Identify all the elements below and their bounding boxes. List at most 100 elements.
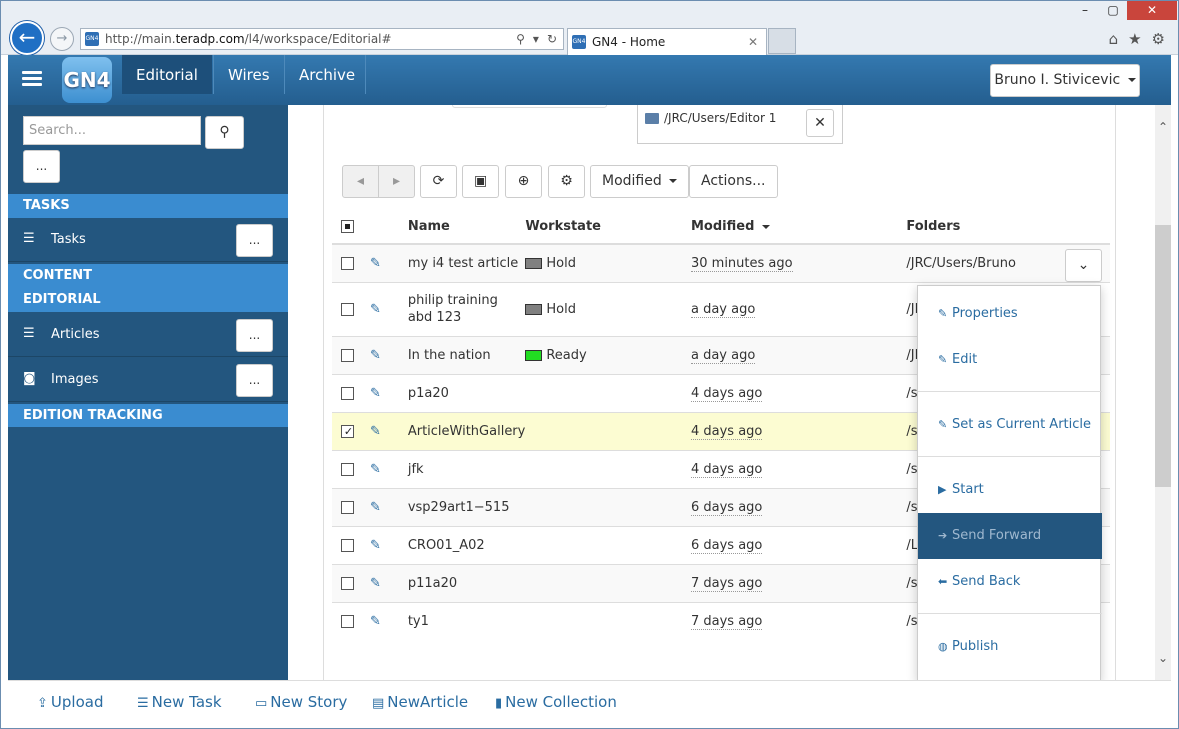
row-checkbox[interactable]: [341, 462, 354, 476]
select-all-checkbox[interactable]: [341, 220, 354, 233]
row-name[interactable]: jfk: [408, 462, 424, 477]
column-folders[interactable]: Folders: [906, 210, 1110, 245]
back-nav-button[interactable]: ◂: [342, 165, 379, 198]
favorites-star-icon[interactable]: ★: [1128, 30, 1141, 48]
column-name[interactable]: Name: [407, 210, 526, 245]
scroll-up-icon[interactable]: ⌃: [1155, 119, 1171, 135]
close-tab-icon[interactable]: ✕: [748, 35, 766, 49]
refresh-button[interactable]: ⟳: [420, 165, 457, 198]
column-modified[interactable]: Modified: [690, 210, 907, 245]
new-collection-link[interactable]: ▮ New Collection: [495, 693, 617, 711]
sort-modified-dropdown[interactable]: Modified: [590, 165, 690, 198]
minimize-icon[interactable]: –: [1072, 0, 1098, 20]
menu-send-forward[interactable]: ➔ Send Forward: [918, 513, 1102, 559]
camera-icon: ◙: [23, 371, 36, 386]
new-story-link[interactable]: ▭ New Story: [255, 693, 347, 711]
menu-start[interactable]: ▶ Start: [918, 467, 1102, 513]
new-task-link[interactable]: ☰ New Task: [137, 693, 222, 711]
articles-options-button[interactable]: ...: [236, 319, 273, 352]
folder-filter: /JRC/Users/Editor 1 ✕: [637, 105, 843, 144]
circle-arrow-right-icon: ▸: [392, 173, 401, 189]
search-icon[interactable]: ⚲: [516, 32, 525, 46]
row-actions-dropdown[interactable]: ⌄: [1065, 249, 1102, 282]
row-checkbox[interactable]: [341, 424, 355, 438]
workstate-label: Hold: [546, 301, 576, 317]
menu-edit[interactable]: ✎ Edit: [918, 337, 1102, 383]
menu-send-back[interactable]: ⬅ Send Back: [918, 559, 1102, 605]
row-name[interactable]: vsp29art1−515: [408, 500, 510, 515]
tab-editorial[interactable]: Editorial: [122, 55, 212, 94]
row-modified: 4 days ago: [690, 385, 763, 402]
menu-publish[interactable]: ◍ Publish: [918, 624, 1102, 670]
address-bar[interactable]: GN4 http://main.teradp.com/l4/workspace/…: [80, 28, 564, 50]
user-menu-button[interactable]: Bruno I. Stivicevic: [990, 64, 1140, 97]
row-checkbox[interactable]: [341, 302, 354, 316]
row-name[interactable]: p11a20: [408, 576, 457, 591]
upload-link[interactable]: ⇪ Upload: [37, 693, 103, 711]
sidebar-item-articles[interactable]: ☰ Articles ...: [8, 313, 288, 357]
search-button[interactable]: ⚲: [205, 116, 244, 149]
maximize-icon[interactable]: ▢: [1100, 0, 1126, 20]
arrow-left-icon: ⬅: [938, 575, 948, 588]
save-button[interactable]: ▣: [462, 165, 500, 198]
row-checkbox[interactable]: [341, 256, 354, 270]
row-checkbox[interactable]: [341, 614, 354, 628]
file-text-icon: ▤: [372, 696, 385, 711]
row-checkbox[interactable]: [341, 348, 354, 362]
row-name[interactable]: philip training abd 123: [408, 292, 508, 326]
row-checkbox[interactable]: [341, 500, 354, 514]
row-name[interactable]: p1a20: [408, 386, 449, 401]
row-checkbox[interactable]: [341, 538, 354, 552]
workstate-label: Ready: [546, 347, 587, 363]
settings-button[interactable]: ⚙: [548, 165, 585, 198]
tab-archive[interactable]: Archive: [285, 55, 369, 94]
menu-set-current-article[interactable]: ✎ Set as Current Article: [918, 402, 1102, 448]
row-checkbox[interactable]: [341, 576, 354, 590]
zoom-button[interactable]: ⊕: [505, 165, 542, 198]
search-options-button[interactable]: ...: [23, 150, 60, 183]
search-input[interactable]: Search...: [23, 116, 201, 145]
caret-down-icon: [1127, 78, 1136, 82]
sidebar-item-images[interactable]: ◙ Images ...: [8, 358, 288, 402]
workstate-swatch: [525, 349, 543, 361]
vertical-scrollbar[interactable]: ⌃ ⌄: [1155, 105, 1171, 680]
scroll-down-icon[interactable]: ⌄: [1155, 650, 1171, 666]
article-icon: ✎: [369, 575, 381, 591]
circle-arrow-left-icon: ◂: [356, 173, 365, 189]
new-tab-button[interactable]: [768, 28, 796, 54]
tasks-options-button[interactable]: ...: [236, 224, 273, 257]
browser-tab[interactable]: GN4 GN4 - Home ✕: [567, 28, 767, 55]
refresh-icon[interactable]: ↻: [547, 32, 557, 46]
home-icon[interactable]: ⌂: [1109, 30, 1119, 48]
sort-caret-icon: [761, 224, 770, 229]
row-checkbox[interactable]: [341, 386, 354, 400]
caret-down-icon: [669, 179, 678, 183]
tab-wires[interactable]: Wires: [214, 55, 284, 94]
back-arrow-icon[interactable]: ←: [10, 21, 44, 55]
list-icon: ☰: [23, 326, 35, 341]
column-workstate[interactable]: Workstate: [525, 210, 691, 245]
sidebar-item-tasks[interactable]: ☰ Tasks ...: [8, 218, 288, 262]
forward-arrow-icon[interactable]: →: [50, 27, 74, 51]
forward-nav-button[interactable]: ▸: [378, 165, 415, 198]
settings-gear-icon[interactable]: ⚙: [1152, 30, 1165, 48]
tab-title: GN4 - Home: [592, 35, 666, 49]
dropdown-icon[interactable]: ▾: [533, 32, 539, 46]
remove-folder-button[interactable]: ✕: [806, 109, 834, 137]
table-row[interactable]: ✎ my i4 test article Hold 30 minutes ago/JR…: [332, 243, 1110, 282]
hamburger-menu-icon[interactable]: [22, 71, 42, 87]
images-options-button[interactable]: ...: [236, 364, 273, 397]
row-name[interactable]: my i4 test article: [408, 256, 518, 271]
row-name[interactable]: ArticleWithGallery: [408, 424, 526, 439]
row-modified: 4 days ago: [690, 423, 763, 440]
scroll-thumb[interactable]: [1155, 225, 1171, 487]
close-window-icon[interactable]: ✕: [1127, 0, 1177, 20]
row-name[interactable]: CRO01_A02: [408, 538, 485, 553]
row-name[interactable]: ty1: [408, 614, 429, 629]
new-article-link[interactable]: ▤ NewArticle: [372, 693, 468, 711]
menu-properties[interactable]: ✎ Properties: [918, 291, 1102, 337]
row-name[interactable]: In the nation: [408, 348, 491, 363]
top-filter-box[interactable]: [452, 105, 607, 108]
actions-button[interactable]: Actions...: [689, 165, 778, 198]
arrow-right-icon: ➔: [938, 529, 948, 542]
